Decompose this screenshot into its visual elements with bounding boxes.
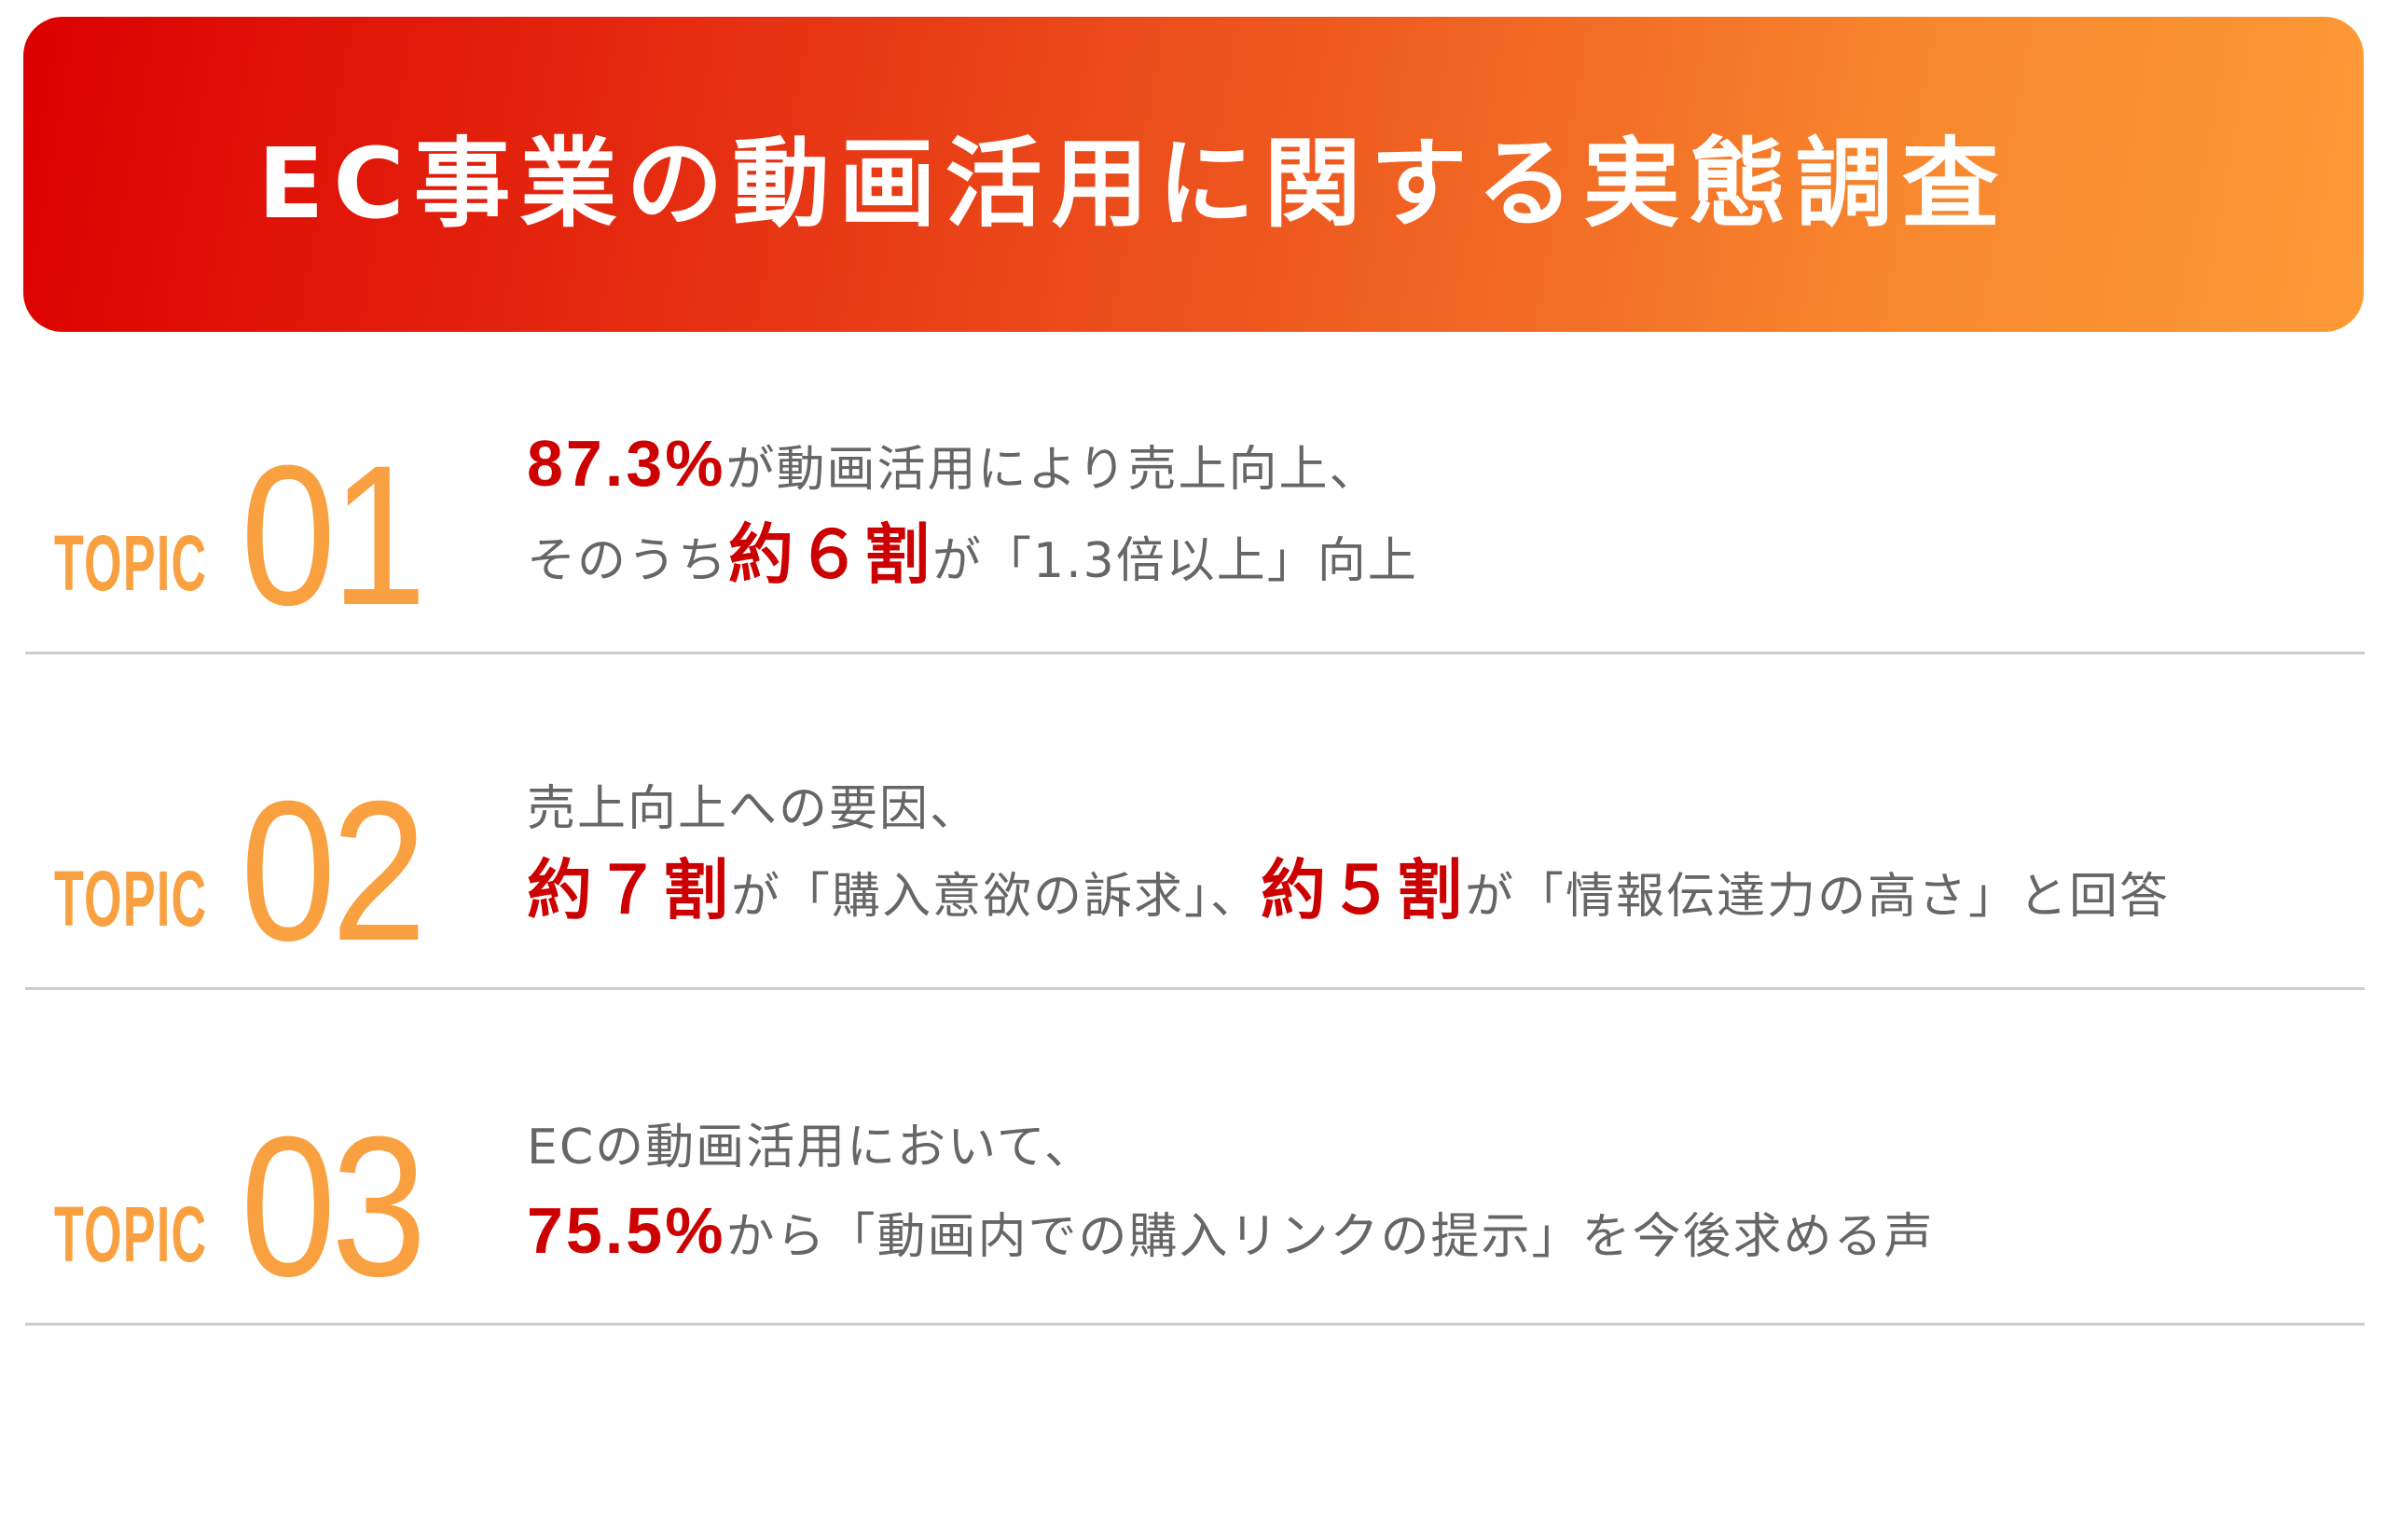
page-title: EC事業の動画活用に関する実態調査 xyxy=(257,126,2008,241)
topic-02: TOPIC 02 売上向上への要因、 約７割が「購入意欲の訴求」、約５割が「情報… xyxy=(0,653,2387,988)
highlight-stat: 約６割 xyxy=(728,516,933,593)
topic-line-2: 75.5%から「動画内での購入リンクの提示」を今後求める声 xyxy=(527,1198,1935,1263)
topic-text: から「動画内での購入リンクの提示」を今後求める声 xyxy=(725,1209,1935,1265)
topic-text: ECの動画活用において、 xyxy=(527,1120,1096,1176)
highlight-stat: 約５割 xyxy=(1261,852,1466,928)
topic-text: そのうち xyxy=(527,533,729,589)
topic-number: 01 xyxy=(241,424,427,647)
title-banner: EC事業の動画活用に関する実態調査 xyxy=(23,17,2364,332)
topic-line-2: そのうち約６割が「1.3倍以上」向上 xyxy=(527,522,1418,587)
topic-line-2: 約７割が「購入意欲の訴求」、約５割が「情報伝達力の高さ」と回答 xyxy=(527,858,2170,923)
highlight-stat: 約７割 xyxy=(527,852,731,928)
topic-03: TOPIC 03 ECの動画活用において、 75.5%から「動画内での購入リンク… xyxy=(0,988,2387,1324)
topic-line-1: 売上向上への要因、 xyxy=(527,785,980,833)
topic-text: が「情報伝達力の高さ」と回答 xyxy=(1465,869,2171,925)
divider xyxy=(25,1323,2365,1326)
topic-label: TOPIC xyxy=(54,519,208,607)
topic-label: TOPIC xyxy=(54,855,208,942)
topic-number: 02 xyxy=(241,760,427,983)
topic-text: が「1.3倍以上」向上 xyxy=(932,533,1418,589)
topic-text: 売上向上への要因、 xyxy=(527,781,981,837)
topic-label: TOPIC xyxy=(54,1190,208,1278)
highlight-stat: 87.3% xyxy=(527,427,726,500)
topic-number: 03 xyxy=(241,1095,427,1318)
highlight-stat: 75.5% xyxy=(527,1194,726,1267)
topic-text: が動画活用により売上向上、 xyxy=(725,442,1380,498)
topic-line-1: 87.3%が動画活用により売上向上、 xyxy=(527,431,1379,496)
topic-01: TOPIC 01 87.3%が動画活用により売上向上、 そのうち約６割が「1.3… xyxy=(0,317,2387,653)
topic-text: が「購入意欲の訴求」、 xyxy=(731,869,1262,925)
topic-line-1: ECの動画活用において、 xyxy=(527,1123,1095,1172)
